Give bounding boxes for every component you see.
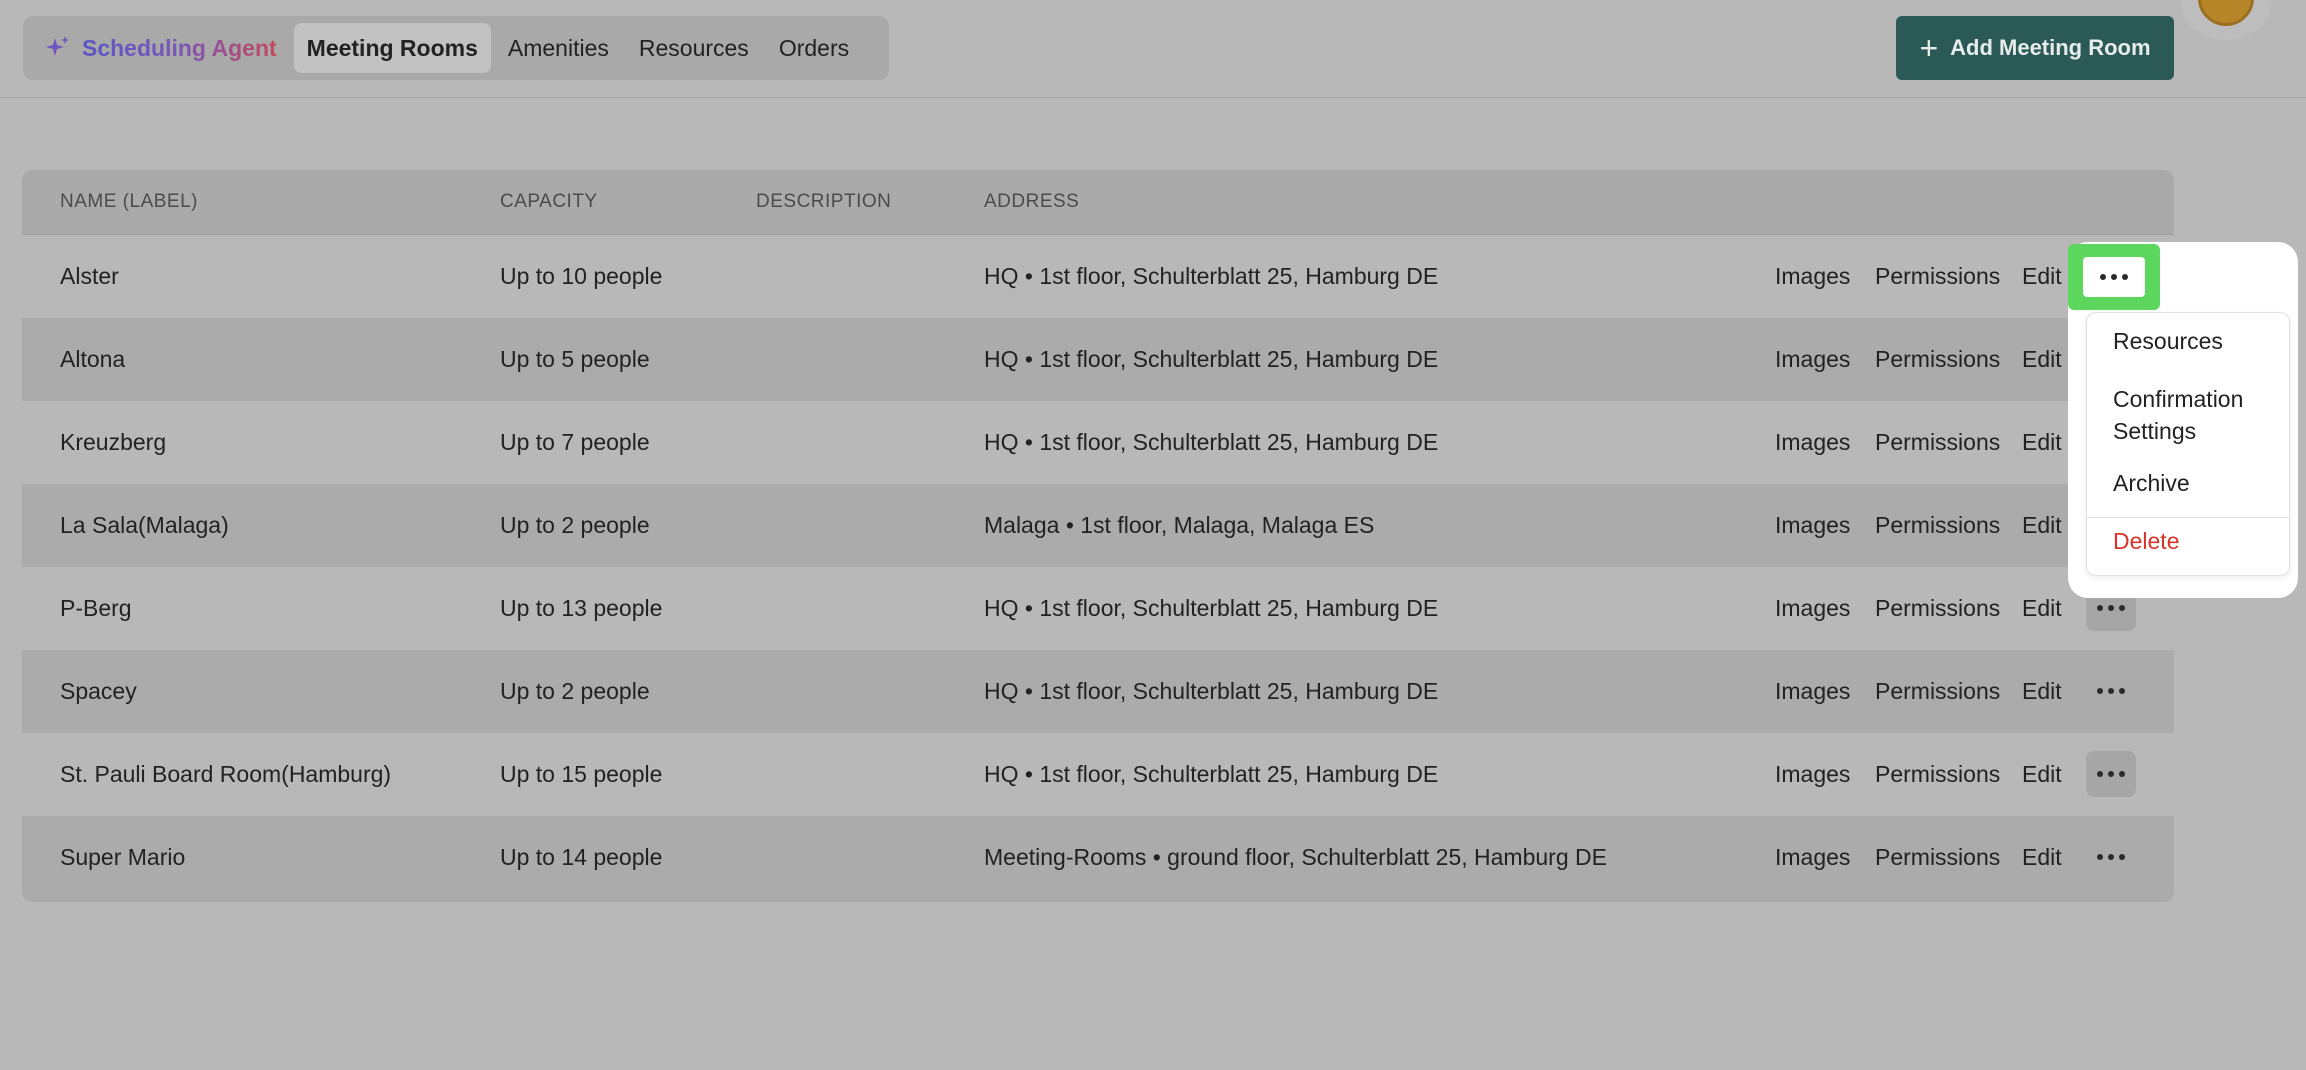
images-link[interactable]: Images [1775, 567, 1850, 650]
more-options-inner [2083, 257, 2145, 297]
column-header-capacity: CAPACITY [500, 191, 598, 212]
avatar[interactable] [2198, 0, 2254, 26]
images-link[interactable]: Images [1775, 650, 1850, 733]
menu-item-delete[interactable]: Delete [2113, 525, 2179, 557]
room-address: HQ • 1st floor, Schulterblatt 25, Hambur… [984, 346, 1439, 372]
top-tab-bar: Scheduling Agent Meeting Rooms Amenities… [23, 16, 889, 80]
room-capacity: Up to 14 people [500, 844, 663, 870]
room-capacity: Up to 2 people [500, 512, 650, 538]
room-address: Malaga • 1st floor, Malaga, Malaga ES [984, 512, 1375, 538]
room-name: P-Berg [60, 595, 132, 621]
room-address: HQ • 1st floor, Schulterblatt 25, Hambur… [984, 263, 1439, 289]
column-header-name: NAME (LABEL) [60, 191, 198, 212]
menu-item-resources[interactable]: Resources [2113, 325, 2223, 357]
table-row: Kreuzberg Up to 7 people HQ • 1st floor, S… [22, 401, 2174, 484]
room-name: St. Pauli Board Room(Hamburg) [60, 761, 392, 787]
room-name: Alster [60, 263, 119, 289]
table-body: Alster Up to 10 people HQ • 1st floor, Sch… [22, 235, 2174, 899]
permissions-link[interactable]: Permissions [1875, 816, 2000, 899]
room-address: Meeting-Rooms • ground floor, Schulterbl… [984, 844, 1607, 870]
tab-resources[interactable]: Resources [626, 23, 762, 73]
room-capacity: Up to 2 people [500, 678, 650, 704]
more-dots-icon [2097, 854, 2125, 860]
meeting-rooms-table: NAME (LABEL) CAPACITY DESCRIPTION ADDRES… [22, 170, 2174, 902]
images-link[interactable]: Images [1775, 484, 1850, 567]
more-dots-icon [2097, 771, 2125, 777]
table-row: Super Mario Up to 14 people Meeting-Rooms … [22, 816, 2174, 899]
menu-item-archive[interactable]: Archive [2113, 467, 2190, 499]
column-header-address: ADDRESS [984, 191, 1080, 212]
add-meeting-room-button[interactable]: + Add Meeting Room [1896, 16, 2174, 80]
room-capacity: Up to 5 people [500, 346, 650, 372]
images-link[interactable]: Images [1775, 318, 1850, 401]
more-options-menu: Resources Confirmation Settings Archive … [2086, 312, 2290, 576]
tab-orders[interactable]: Orders [766, 23, 862, 73]
tab-meeting-rooms[interactable]: Meeting Rooms [293, 23, 491, 73]
room-capacity: Up to 7 people [500, 429, 650, 455]
permissions-link[interactable]: Permissions [1875, 567, 2000, 650]
more-options-button[interactable] [2086, 834, 2136, 880]
more-options-button[interactable] [2086, 668, 2136, 714]
table-row: Spacey Up to 2 people HQ • 1st floor, Schu… [22, 650, 2174, 733]
room-address: HQ • 1st floor, Schulterblatt 25, Hambur… [984, 429, 1439, 455]
permissions-link[interactable]: Permissions [1875, 401, 2000, 484]
table-row: P-Berg Up to 13 people HQ • 1st floor, Sch… [22, 567, 2174, 650]
permissions-link[interactable]: Permissions [1875, 733, 2000, 816]
images-link[interactable]: Images [1775, 816, 1850, 899]
images-link[interactable]: Images [1775, 733, 1850, 816]
header-divider [0, 97, 2306, 98]
permissions-link[interactable]: Permissions [1875, 235, 2000, 318]
room-name: La Sala(Malaga) [60, 512, 229, 538]
images-link[interactable]: Images [1775, 235, 1850, 318]
room-capacity: Up to 13 people [500, 595, 663, 621]
edit-link[interactable]: Edit [2022, 318, 2062, 401]
more-dots-icon [2097, 688, 2125, 694]
room-address: HQ • 1st floor, Schulterblatt 25, Hambur… [984, 595, 1439, 621]
permissions-link[interactable]: Permissions [1875, 484, 2000, 567]
menu-divider [2087, 517, 2289, 518]
edit-link[interactable]: Edit [2022, 816, 2062, 899]
room-address: HQ • 1st floor, Schulterblatt 25, Hambur… [984, 678, 1439, 704]
edit-link[interactable]: Edit [2022, 733, 2062, 816]
edit-link[interactable]: Edit [2022, 235, 2062, 318]
menu-item-confirmation-settings[interactable]: Confirmation Settings [2113, 383, 2283, 447]
table-row: Alster Up to 10 people HQ • 1st floor, Sch… [22, 235, 2174, 318]
edit-link[interactable]: Edit [2022, 484, 2062, 567]
tab-scheduling-agent[interactable]: Scheduling Agent [31, 23, 290, 73]
edit-link[interactable]: Edit [2022, 650, 2062, 733]
table-row: La Sala(Malaga) Up to 2 people Malaga • 1s… [22, 484, 2174, 567]
room-name: Altona [60, 346, 126, 372]
more-options-button-active[interactable] [2068, 244, 2160, 310]
avatar-container[interactable] [2180, 0, 2272, 40]
room-address: HQ • 1st floor, Schulterblatt 25, Hambur… [984, 761, 1439, 787]
more-dots-icon [2097, 605, 2125, 611]
room-name: Spacey [60, 678, 137, 704]
room-name: Kreuzberg [60, 429, 167, 455]
sparkle-icon [46, 36, 69, 56]
add-meeting-room-label: Add Meeting Room [1950, 35, 2151, 60]
images-link[interactable]: Images [1775, 401, 1850, 484]
tab-amenities[interactable]: Amenities [495, 23, 622, 73]
table-row: St. Pauli Board Room(Hamburg) Up to 15 pe… [22, 733, 2174, 816]
edit-link[interactable]: Edit [2022, 401, 2062, 484]
column-header-description: DESCRIPTION [756, 191, 892, 212]
plus-icon: + [1919, 30, 1939, 66]
table-row: Altona Up to 5 people HQ • 1st floor, Schu… [22, 318, 2174, 401]
permissions-link[interactable]: Permissions [1875, 318, 2000, 401]
tab-scheduling-agent-label: Scheduling Agent [82, 34, 277, 61]
more-options-button[interactable] [2086, 751, 2136, 797]
edit-link[interactable]: Edit [2022, 567, 2062, 650]
table-header: NAME (LABEL) CAPACITY DESCRIPTION ADDRES… [22, 170, 2174, 235]
room-capacity: Up to 15 people [500, 761, 663, 787]
room-name: Super Mario [60, 844, 186, 870]
permissions-link[interactable]: Permissions [1875, 650, 2000, 733]
room-capacity: Up to 10 people [500, 263, 663, 289]
more-dots-icon [2100, 274, 2128, 280]
